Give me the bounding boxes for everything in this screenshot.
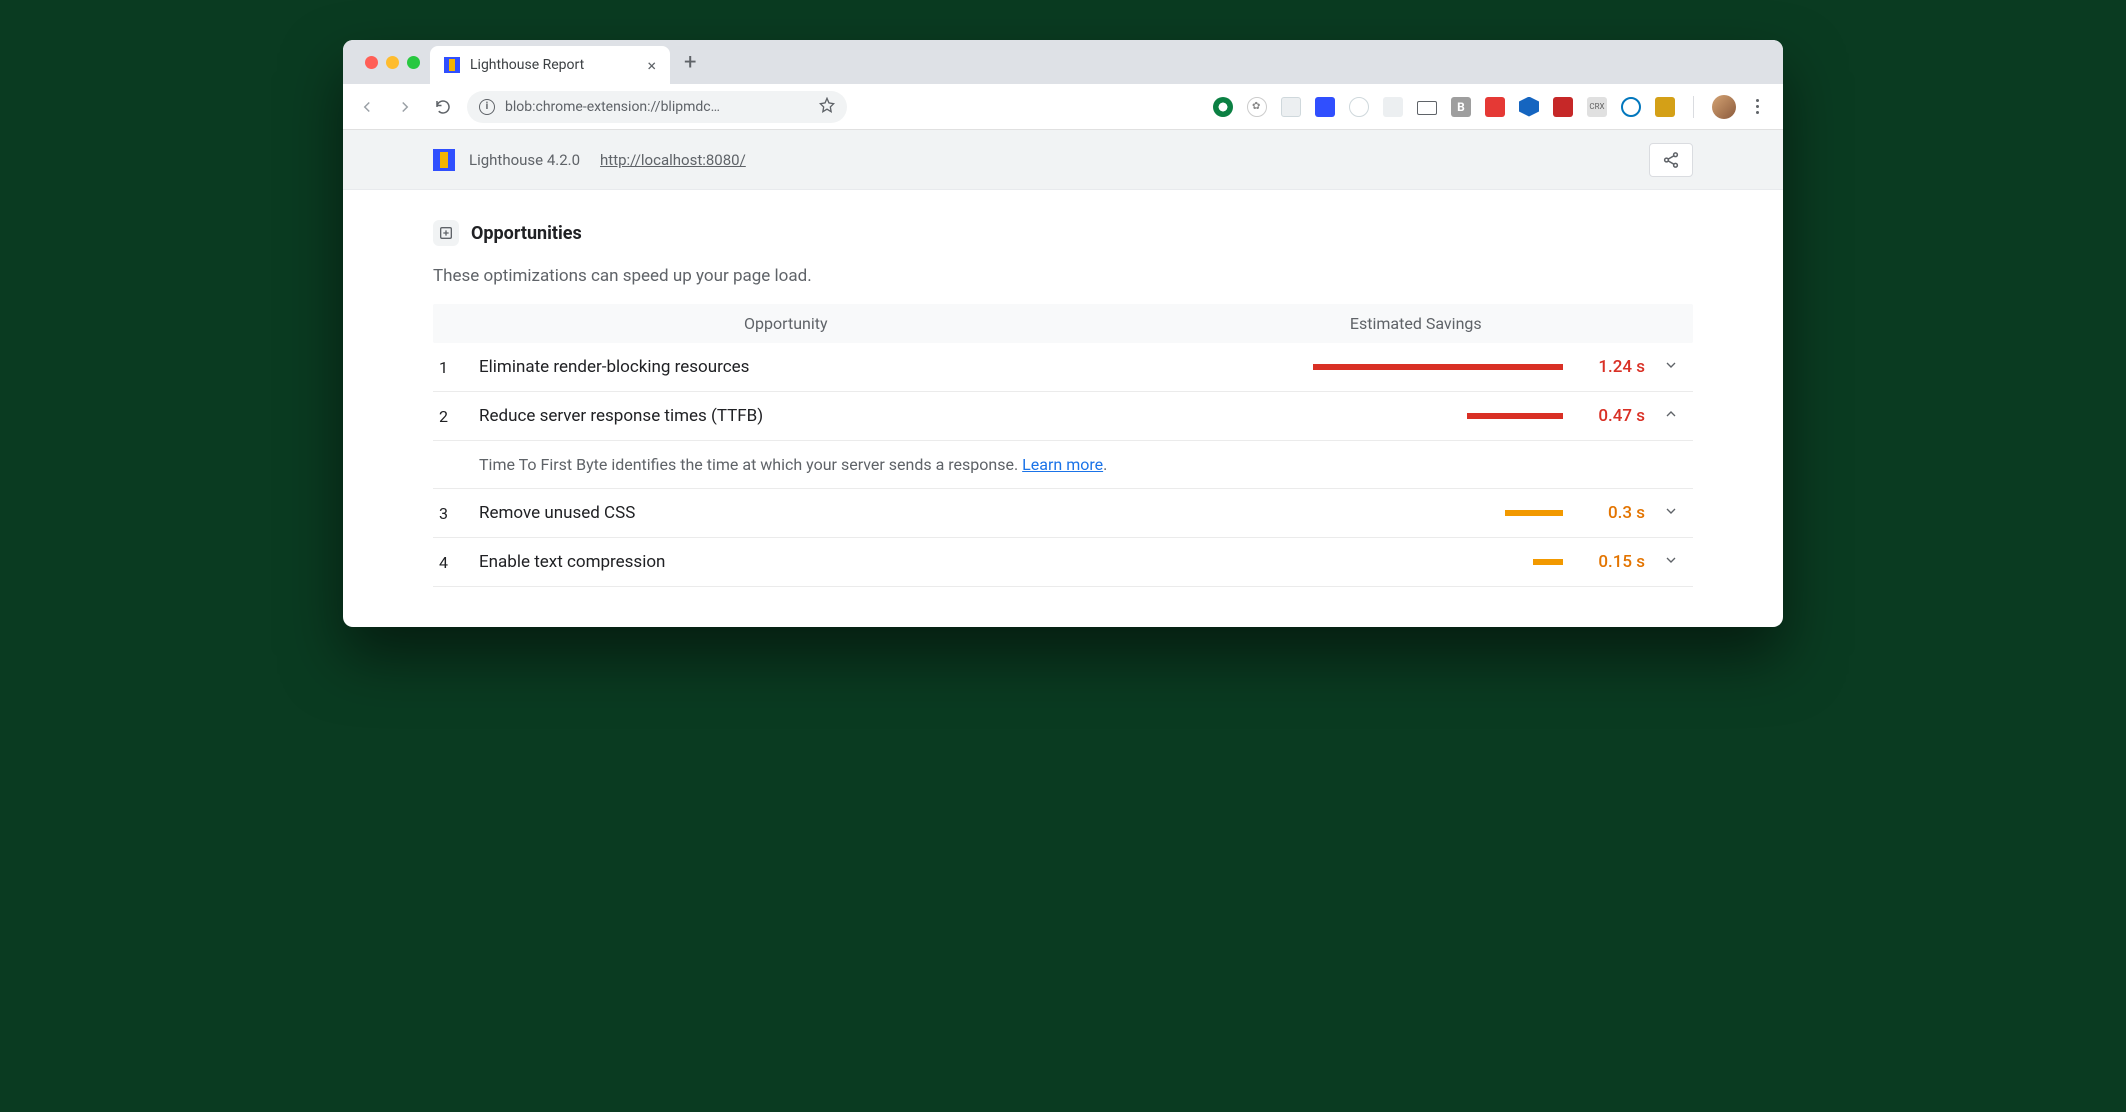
address-bar[interactable]: i blob:chrome-extension://blipmdc… xyxy=(467,91,847,123)
extension-icon[interactable] xyxy=(1383,97,1403,117)
window-controls xyxy=(355,56,430,69)
chevron-down-icon[interactable] xyxy=(1663,357,1681,377)
close-tab-button[interactable]: × xyxy=(647,56,656,75)
learn-more-link[interactable]: Learn more xyxy=(1022,455,1103,474)
profile-avatar[interactable] xyxy=(1712,95,1736,119)
savings-value: 0.47 s xyxy=(1581,406,1645,426)
browser-toolbar: i blob:chrome-extension://blipmdc… ✿ B C… xyxy=(343,84,1783,130)
extensions-row: ✿ B CRX xyxy=(1213,95,1773,119)
opportunity-row[interactable]: 2Reduce server response times (TTFB) 0.47… xyxy=(433,392,1693,441)
row-number: 3 xyxy=(439,504,463,523)
savings-bar xyxy=(1313,364,1563,370)
lighthouse-header: Lighthouse 4.2.0 http://localhost:8080/ xyxy=(343,130,1783,190)
extension-icon[interactable]: B xyxy=(1451,97,1471,117)
bookmark-star-icon[interactable] xyxy=(819,97,835,117)
extension-icon[interactable] xyxy=(1553,97,1573,117)
chevron-up-icon[interactable] xyxy=(1663,406,1681,426)
extension-icon[interactable] xyxy=(1655,97,1675,117)
row-number: 4 xyxy=(439,553,463,572)
opportunity-label: Reduce server response times (TTFB) xyxy=(463,406,1112,426)
forward-button[interactable] xyxy=(391,98,419,116)
back-button[interactable] xyxy=(353,98,381,116)
lighthouse-extension-icon[interactable] xyxy=(1315,97,1335,117)
extension-icon[interactable] xyxy=(1213,97,1233,117)
extension-icon[interactable] xyxy=(1485,97,1505,117)
tab-strip: Lighthouse Report × + xyxy=(343,40,1783,84)
col-savings: Estimated Savings xyxy=(1139,314,1693,333)
opportunities-list: 1Eliminate render-blocking resources 1.24… xyxy=(433,343,1693,587)
browser-tab[interactable]: Lighthouse Report × xyxy=(430,46,670,84)
opportunity-label: Eliminate render-blocking resources xyxy=(463,357,1112,377)
minimize-window-button[interactable] xyxy=(386,56,399,69)
extension-icon[interactable] xyxy=(1519,97,1539,117)
savings-value: 0.3 s xyxy=(1581,503,1645,523)
address-text: blob:chrome-extension://blipmdc… xyxy=(505,99,720,115)
opportunities-column-headers: Opportunity Estimated Savings xyxy=(433,304,1693,343)
report-content: Opportunities These optimizations can sp… xyxy=(343,190,1783,627)
toolbar-divider xyxy=(1693,96,1694,118)
maximize-window-button[interactable] xyxy=(407,56,420,69)
opportunities-title: Opportunities xyxy=(471,223,582,244)
savings-bar xyxy=(1467,413,1563,419)
lighthouse-favicon-icon xyxy=(444,57,460,73)
reload-button[interactable] xyxy=(429,98,457,116)
savings-bar xyxy=(1505,510,1563,516)
new-tab-button[interactable]: + xyxy=(670,50,710,75)
opportunity-detail: Time To First Byte identifies the time a… xyxy=(433,441,1693,489)
lighthouse-logo-icon xyxy=(433,149,455,171)
col-opportunity: Opportunity xyxy=(433,314,1139,333)
chevron-down-icon[interactable] xyxy=(1663,503,1681,523)
opportunity-label: Remove unused CSS xyxy=(463,503,1112,523)
extension-icon[interactable]: CRX xyxy=(1587,97,1607,117)
opportunity-row[interactable]: 1Eliminate render-blocking resources 1.24… xyxy=(433,343,1693,392)
extension-icon[interactable] xyxy=(1281,97,1301,117)
close-window-button[interactable] xyxy=(365,56,378,69)
row-number: 1 xyxy=(439,358,463,377)
share-button[interactable] xyxy=(1649,143,1693,177)
extension-icon[interactable] xyxy=(1417,101,1437,115)
site-info-icon[interactable]: i xyxy=(479,99,495,115)
savings-value: 0.15 s xyxy=(1581,552,1645,572)
audited-url-link[interactable]: http://localhost:8080/ xyxy=(600,151,746,169)
opportunity-row[interactable]: 4Enable text compression 0.15 s xyxy=(433,538,1693,587)
opportunity-row[interactable]: 3Remove unused CSS 0.3 s xyxy=(433,489,1693,538)
opportunities-icon xyxy=(433,220,459,246)
savings-value: 1.24 s xyxy=(1581,357,1645,377)
lighthouse-version: Lighthouse 4.2.0 xyxy=(469,151,580,169)
savings-bar xyxy=(1533,559,1563,565)
tab-title: Lighthouse Report xyxy=(470,57,584,73)
extension-icon[interactable] xyxy=(1349,97,1369,117)
opportunities-subtitle: These optimizations can speed up your pa… xyxy=(433,266,1693,286)
opportunity-label: Enable text compression xyxy=(463,552,1112,572)
browser-window: Lighthouse Report × + i blob:chrome-exte… xyxy=(343,40,1783,627)
browser-menu-button[interactable] xyxy=(1750,99,1765,114)
chevron-down-icon[interactable] xyxy=(1663,552,1681,572)
extension-icon[interactable] xyxy=(1621,97,1641,117)
row-number: 2 xyxy=(439,407,463,426)
